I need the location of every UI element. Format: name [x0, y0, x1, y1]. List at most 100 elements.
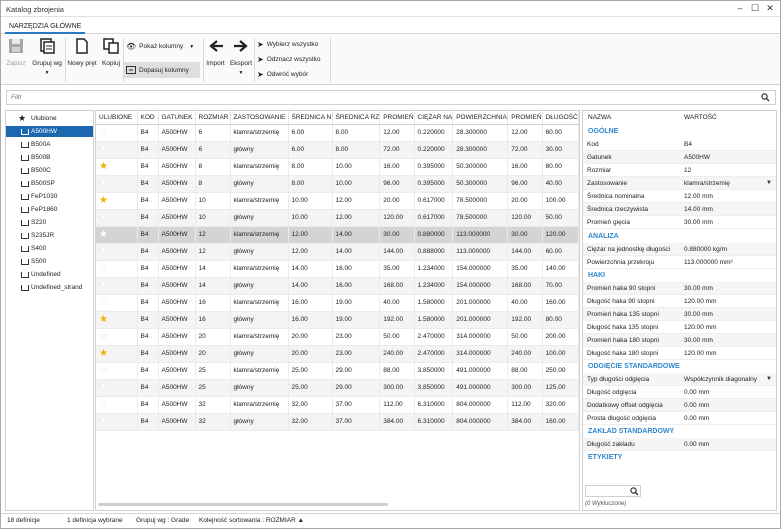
star-icon[interactable]: ★ [99, 314, 108, 325]
table-row[interactable]: ★ B4 A500HW 16 klamra/strzemię 16.00 19.00 40.0… [96, 294, 579, 312]
favorite-cell[interactable]: ★ [96, 175, 138, 193]
star-icon[interactable]: ★ [99, 178, 108, 189]
star-icon[interactable]: ★ [99, 280, 108, 291]
property-row[interactable]: Powierzchnia przekroju 113.000000 mm² [583, 256, 776, 269]
table-row[interactable]: ★ B4 A500HW 25 klamra/strzemię 25.00 29.00 88.0… [96, 362, 579, 380]
property-value[interactable]: 120.00 mm [684, 321, 717, 334]
table-row[interactable]: ★ B4 A500HW 20 główny 20.00 23.00 240.00 2.47000… [96, 345, 579, 363]
table-row[interactable]: ★ B4 A500HW 20 klamra/strzemię 20.00 23.00 50.0… [96, 328, 579, 346]
table-row[interactable]: ★ B4 A500HW 25 główny 25.00 29.00 300.00 3.85000… [96, 379, 579, 397]
property-row[interactable]: Promień haka 180 stopni 30.00 mm [583, 334, 776, 347]
property-row[interactable]: Zastosowanie klamra/strzemię ▼ [583, 177, 776, 190]
chevron-down-icon[interactable]: ▼ [766, 177, 772, 190]
tree-item[interactable]: S500 [6, 256, 93, 267]
table-row[interactable]: ★ B4 A500HW 6 główny 6.00 8.00 72.00 0.220000 28.… [96, 141, 579, 159]
property-value[interactable]: 120.00 mm [684, 295, 717, 308]
table-row[interactable]: ★ B4 A500HW 14 klamra/strzemię 14.00 16.00 35.0… [96, 260, 579, 278]
tree-favorites[interactable]: ★ Ulubione [6, 113, 93, 124]
property-value[interactable]: 0.880000 kg/m [684, 243, 727, 256]
column-header[interactable]: PROMIEŃ [507, 111, 543, 125]
property-value[interactable]: 14.00 mm [684, 203, 713, 216]
favorite-cell[interactable]: ★ [96, 362, 138, 380]
property-row[interactable]: Długość haka 135 stopni 120.00 mm [583, 321, 776, 334]
property-value[interactable]: 0.00 mm [684, 399, 709, 412]
favorite-cell[interactable]: ★ [96, 396, 138, 414]
select-all-button[interactable]: ➤ Wybierz wszystko [257, 40, 318, 49]
property-row[interactable]: Typ długości odgięcia Współczynnik diagon… [583, 373, 776, 386]
property-row[interactable]: Ciężar na jednostkę długości 0.880000 kg/… [583, 243, 776, 256]
property-value[interactable]: B4 [684, 138, 692, 151]
column-header[interactable]: DŁUGOŚĆ [542, 111, 579, 125]
table-row[interactable]: ★ B4 A500HW 10 główny 10.00 12.00 120.00 0.61700… [96, 209, 579, 227]
favorite-cell[interactable]: ★ [96, 328, 138, 346]
star-icon[interactable]: ★ [99, 331, 108, 342]
tree-item[interactable]: B500C [6, 165, 93, 176]
column-header[interactable]: ULUBIONE [96, 111, 138, 125]
minimize-icon[interactable]: – [734, 3, 746, 14]
table-row[interactable]: ★ B4 A500HW 10 klamra/strzemię 10.00 12.00 20.0… [96, 192, 579, 210]
save-button[interactable]: Zapisz [5, 38, 27, 67]
star-icon[interactable]: ★ [99, 399, 108, 410]
filter-input[interactable] [7, 91, 747, 104]
chevron-down-icon[interactable]: ▼ [766, 373, 772, 386]
tree-item[interactable]: S400 [6, 243, 93, 254]
tree-item[interactable]: FeP1860 [6, 204, 93, 215]
tags-search-input[interactable] [585, 485, 641, 497]
maximize-icon[interactable]: ☐ [749, 3, 761, 14]
star-icon[interactable]: ★ [99, 416, 108, 427]
property-value[interactable]: 12.00 mm [684, 190, 713, 203]
show-columns-button[interactable]: 👁 Pokaż kolumny ▼ [126, 42, 194, 51]
star-icon[interactable]: ★ [99, 195, 108, 206]
tree-item[interactable]: S235JR [6, 230, 93, 241]
star-icon[interactable]: ★ [99, 212, 108, 223]
star-icon[interactable]: ★ [99, 348, 108, 359]
property-row[interactable]: Promień haka 90 stopni 30.00 mm [583, 282, 776, 295]
favorite-cell[interactable]: ★ [96, 260, 138, 278]
table-row[interactable]: ★ B4 A500HW 12 główny 12.00 14.00 144.00 0.88800… [96, 243, 579, 261]
property-value[interactable]: 30.00 mm [684, 216, 713, 229]
property-value[interactable]: 0.00 mm [684, 438, 709, 451]
property-value[interactable]: Współczynnik diagonalny [684, 373, 757, 386]
property-value[interactable]: 30.00 mm [684, 308, 713, 321]
property-row[interactable]: Gatunek A500HW [583, 151, 776, 164]
column-header[interactable]: PROMIEŃ [379, 111, 415, 125]
favorite-cell[interactable]: ★ [96, 226, 138, 244]
tree-item[interactable]: S220 [6, 217, 93, 228]
column-header[interactable]: GATUNEK [158, 111, 196, 125]
table-row[interactable]: ★ B4 A500HW 8 główny 8.00 10.00 96.00 0.395000 50… [96, 175, 579, 193]
column-header[interactable]: POWIERZCHNIA [452, 111, 509, 125]
property-row[interactable]: Średnica nominalna 12.00 mm [583, 190, 776, 203]
tree-item[interactable]: Undefined [6, 269, 93, 280]
star-icon[interactable]: ★ [99, 382, 108, 393]
star-icon[interactable]: ★ [99, 127, 108, 138]
tree-item[interactable]: Undefined_strand [6, 282, 93, 293]
favorite-cell[interactable]: ★ [96, 243, 138, 261]
copy-button[interactable]: Kopiuj [99, 38, 123, 67]
star-icon[interactable]: ★ [99, 161, 108, 172]
favorite-cell[interactable]: ★ [96, 277, 138, 295]
property-row[interactable]: Długość zakładu 0.00 mm [583, 438, 776, 451]
table-row[interactable]: ★ B4 A500HW 12 klamra/strzemię 12.00 14.00 30.0… [96, 226, 579, 244]
tab-home[interactable]: NARZĘDZIA GŁÓWNE [5, 20, 86, 34]
property-row[interactable]: Promień gięcia 30.00 mm [583, 216, 776, 229]
table-row[interactable]: ★ B4 A500HW 32 główny 32.00 37.00 384.00 6.31000… [96, 413, 579, 431]
table-row[interactable]: ★ B4 A500HW 8 klamra/strzemię 8.00 10.00 16.00 0… [96, 158, 579, 176]
favorite-cell[interactable]: ★ [96, 311, 138, 329]
column-header[interactable]: ŚREDNICA RZ [332, 111, 381, 125]
property-row[interactable]: Długość haka 90 stopni 120.00 mm [583, 295, 776, 308]
horizontal-scrollbar[interactable] [98, 503, 388, 506]
tree-item[interactable]: B500B [6, 152, 93, 163]
close-icon[interactable]: ✕ [764, 3, 776, 14]
column-header[interactable]: ZASTOSOWANIE [230, 111, 289, 125]
favorite-cell[interactable]: ★ [96, 379, 138, 397]
property-row[interactable]: Prosta długość odgięcia 0.00 mm [583, 412, 776, 425]
tree-item[interactable]: A500HW [6, 126, 93, 137]
deselect-all-button[interactable]: ➤ Odznacz wszystko [257, 55, 321, 64]
favorite-cell[interactable]: ★ [96, 158, 138, 176]
favorite-cell[interactable]: ★ [96, 345, 138, 363]
table-row[interactable]: ★ B4 A500HW 14 główny 14.00 16.00 168.00 1.23400… [96, 277, 579, 295]
star-icon[interactable]: ★ [99, 365, 108, 376]
star-icon[interactable]: ★ [99, 144, 108, 155]
property-value[interactable]: 113.000000 mm² [684, 256, 733, 269]
property-value[interactable]: 30.00 mm [684, 334, 713, 347]
